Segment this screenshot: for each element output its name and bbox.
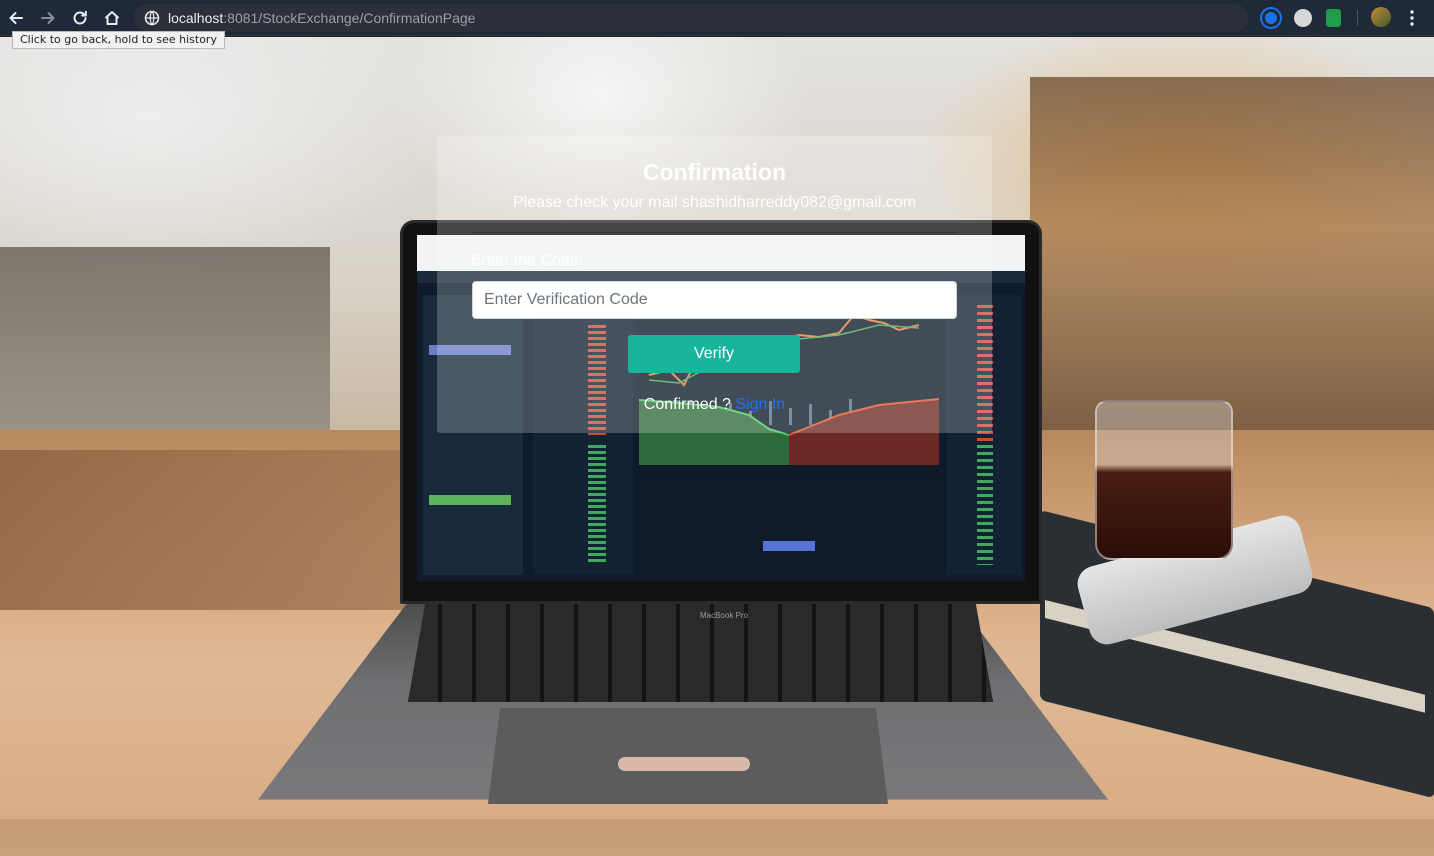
screen-place-order xyxy=(429,495,511,505)
code-label: Enter the Code: xyxy=(471,252,584,269)
home-icon[interactable] xyxy=(100,6,124,30)
glass-jar xyxy=(1095,400,1233,560)
extension-icon-blue[interactable] xyxy=(1262,9,1280,27)
confirmation-card: Confirmation Please check your mail shas… xyxy=(437,136,992,433)
url-path: :8081/StockExchange/ConfirmationPage xyxy=(223,10,476,26)
laptop-front-edge xyxy=(618,757,750,771)
address-bar[interactable]: localhost:8081/StockExchange/Confirmatio… xyxy=(134,4,1248,32)
screen-bids xyxy=(588,445,606,565)
divider xyxy=(472,232,957,233)
page-title: Confirmation xyxy=(642,159,787,185)
laptop-trackpad xyxy=(488,708,888,804)
email-notice: Please check your mail shashidharreddy08… xyxy=(512,194,917,211)
background-wall xyxy=(1030,77,1434,457)
signin-link[interactable]: Sign In xyxy=(735,396,785,413)
profile-avatar[interactable] xyxy=(1371,7,1391,27)
verification-code-input[interactable] xyxy=(472,281,957,319)
screen-trade-buys xyxy=(977,445,993,565)
kebab-menu-icon[interactable] xyxy=(1400,6,1424,30)
toolbar-divider xyxy=(1357,10,1358,26)
verify-button[interactable]: Verify xyxy=(628,335,800,373)
site-info-icon[interactable] xyxy=(144,10,160,26)
back-icon[interactable] xyxy=(4,6,28,30)
macbook-label: MacBook Pro xyxy=(699,611,749,620)
url-text: localhost:8081/StockExchange/Confirmatio… xyxy=(168,10,475,26)
confirmed-text: Confirmed ? xyxy=(643,396,731,413)
table-edge xyxy=(0,450,420,610)
extension-icon-sheets[interactable] xyxy=(1326,9,1341,27)
reload-icon[interactable] xyxy=(68,6,92,30)
url-host: localhost xyxy=(168,10,224,26)
back-button-tooltip: Click to go back, hold to see history xyxy=(12,31,225,49)
screen-cta-button xyxy=(763,541,815,551)
extension-icon-compass[interactable] xyxy=(1294,9,1312,27)
forward-icon[interactable] xyxy=(36,6,60,30)
signin-prompt: Confirmed ? Sign In xyxy=(437,396,992,414)
